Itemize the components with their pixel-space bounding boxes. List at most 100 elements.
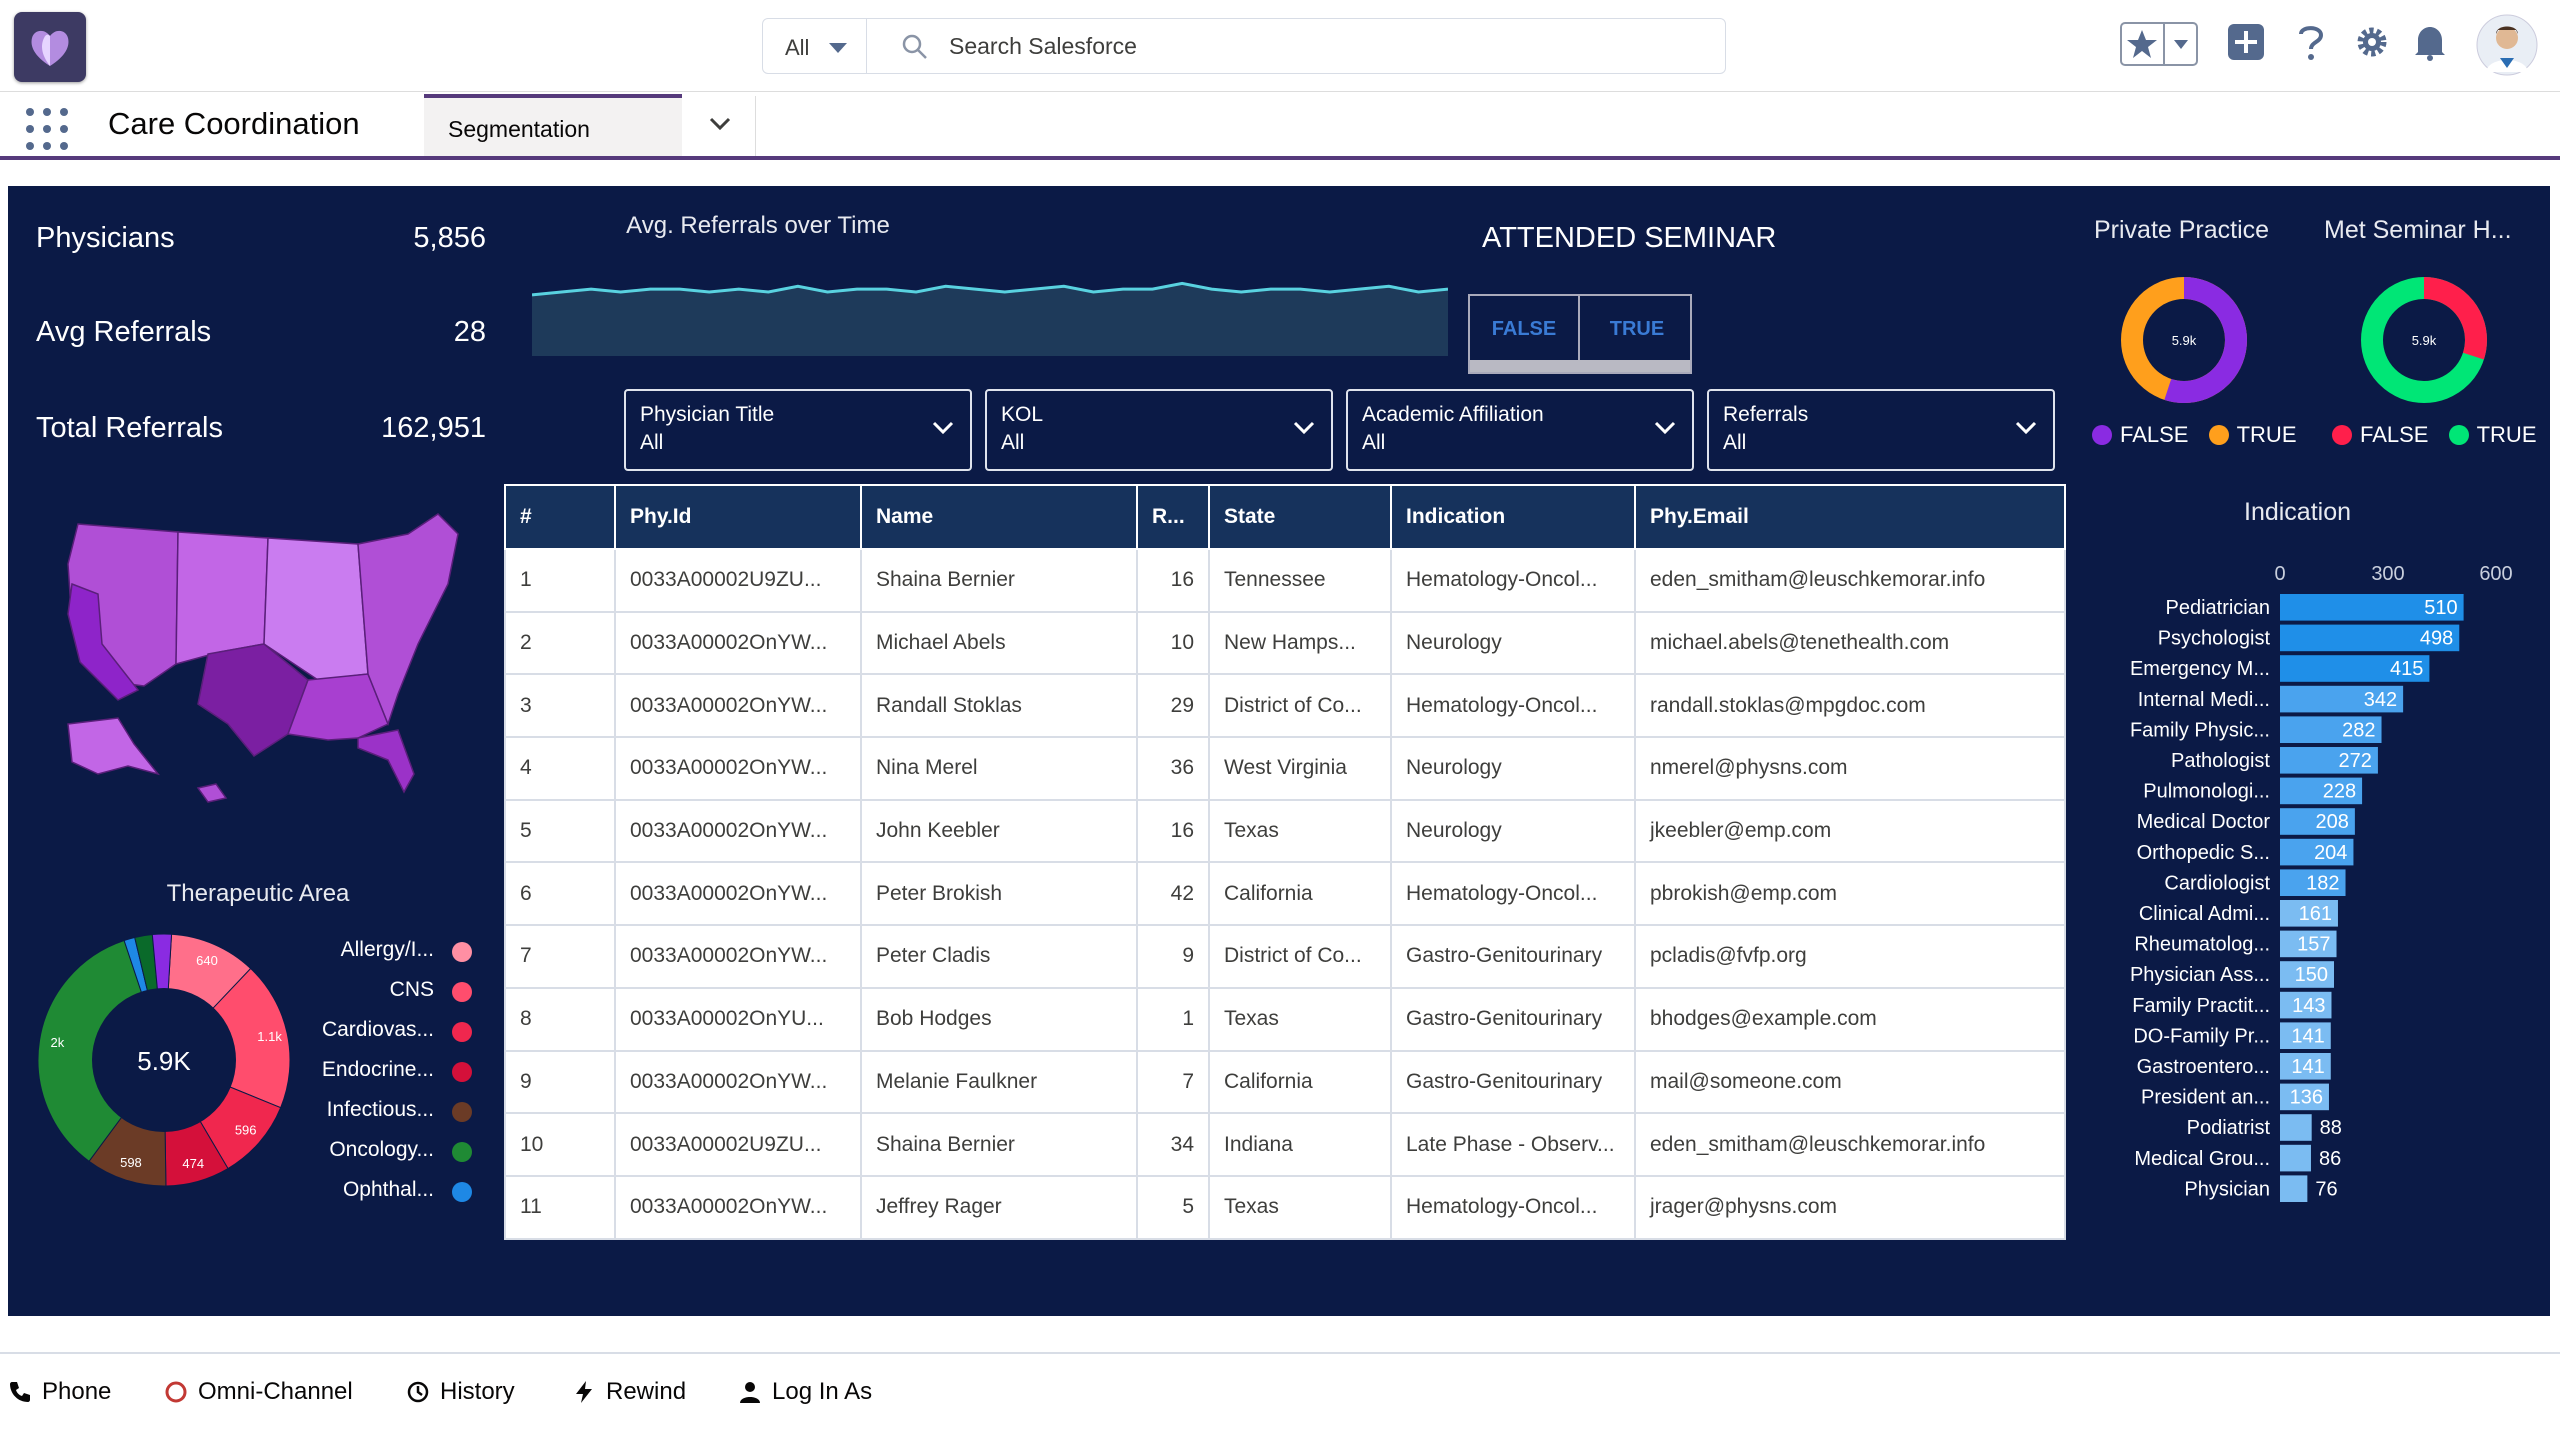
utility-history[interactable]: History xyxy=(406,1378,515,1406)
legend-item[interactable]: Infectious... xyxy=(278,1098,478,1138)
help-icon[interactable] xyxy=(2296,22,2326,62)
legend-item[interactable]: Cardiovas... xyxy=(278,1018,478,1058)
search-scope-dropdown[interactable]: All xyxy=(763,19,867,73)
global-search: All xyxy=(762,18,1726,74)
column-header-phy-email[interactable]: Phy.Email xyxy=(1634,484,2066,550)
utility-omni-channel[interactable]: Omni-Channel xyxy=(164,1378,353,1406)
cell-phy-email: jrager@physns.com xyxy=(1634,1174,2066,1240)
utility-phone[interactable]: Phone xyxy=(8,1378,111,1406)
map-region-alaska xyxy=(67,717,161,776)
table-row[interactable]: 8 0033A00002OnYU... Bob Hodges 1 Texas Gastro… xyxy=(504,986,2066,1052)
filter-physician-title[interactable]: Physician Title All xyxy=(624,389,972,471)
tab-segmentation[interactable]: Segmentation xyxy=(424,94,682,156)
cell-state: Tennessee xyxy=(1208,548,1392,613)
bar-value-label: 282 xyxy=(2342,719,2375,741)
tab-menu-button[interactable] xyxy=(684,96,756,156)
category-label: Internal Medi... xyxy=(2138,689,2270,711)
legend-item[interactable]: CNS xyxy=(278,978,478,1018)
filter-kol[interactable]: KOL All xyxy=(985,389,1333,471)
bar[interactable] xyxy=(2280,1144,2311,1172)
column-header-phy-id[interactable]: Phy.Id xyxy=(614,484,862,550)
legend-label: TRUE xyxy=(2476,422,2537,447)
bar-value-label: 86 xyxy=(2319,1148,2341,1170)
legend-item[interactable]: Endocrine... xyxy=(278,1058,478,1098)
add-icon[interactable] xyxy=(2226,22,2266,62)
bar-value-label: 157 xyxy=(2297,934,2330,956)
bar-value-label: 136 xyxy=(2290,1087,2323,1109)
kpi-label: Total Referrals xyxy=(36,412,223,444)
search-input[interactable] xyxy=(949,29,1649,63)
cell-phy-id: 0033A00002U9ZU... xyxy=(614,1112,862,1177)
app-navigation-bar: Care Coordination Segmentation xyxy=(0,92,2560,160)
table-row[interactable]: 4 0033A00002OnYW... Nina Merel 36 West Virgi… xyxy=(504,736,2066,801)
column-header-state[interactable]: State xyxy=(1208,484,1392,550)
bar[interactable] xyxy=(2280,1114,2312,1141)
setup-gear-icon[interactable] xyxy=(2352,22,2392,62)
cell-phy-id: 0033A00002OnYW... xyxy=(614,610,862,676)
user-avatar[interactable] xyxy=(2476,14,2538,76)
app-launcher-icon[interactable] xyxy=(26,108,68,150)
legend-item[interactable]: Ophthal... xyxy=(278,1178,478,1218)
legend-item[interactable]: Allergy/I... xyxy=(278,938,478,978)
seminar-false-option[interactable]: FALSE xyxy=(1470,296,1580,362)
trend-area xyxy=(532,283,1448,356)
table-row[interactable]: 3 0033A00002OnYW... Randall Stoklas 29 Distr… xyxy=(504,673,2066,739)
category-label: Physician Ass... xyxy=(2130,964,2270,986)
favorites-icon[interactable] xyxy=(2120,22,2198,66)
x-tick-label: 0 xyxy=(2274,566,2285,585)
private-practice-donut-chart[interactable]: 5.9k xyxy=(2114,270,2254,410)
legend-label: Cardiovas... xyxy=(321,1018,434,1041)
seminar-true-option[interactable]: TRUE xyxy=(1582,296,1692,362)
column-header-indication[interactable]: Indication xyxy=(1390,484,1636,550)
filter-academic-affiliation[interactable]: Academic Affiliation All xyxy=(1346,389,1694,471)
cell-phy-id: 0033A00002U9ZU... xyxy=(614,548,862,613)
filter-referrals[interactable]: Referrals All xyxy=(1707,389,2055,471)
table-row[interactable]: 7 0033A00002OnYW... Peter Cladis 9 District … xyxy=(504,924,2066,989)
indication-bar-chart[interactable]: 0 300 600 Pediatrician 510 Psychologist 498 Eme… xyxy=(2088,566,2544,1226)
table-row[interactable]: 5 0033A00002OnYW... John Keebler 16 Texas Neu… xyxy=(504,798,2066,864)
kpi-value: 5,856 xyxy=(413,222,486,254)
table-row[interactable]: 1 0033A00002U9ZU... Shaina Bernier 16 Tennes… xyxy=(504,548,2066,613)
indication-chart-title: Indication xyxy=(2244,498,2352,526)
donut-slice-label: 640 xyxy=(196,953,218,968)
app-logo[interactable] xyxy=(14,12,86,82)
utility-log-in-as[interactable]: Log In As xyxy=(738,1378,872,1406)
bar[interactable] xyxy=(2280,1175,2308,1202)
cell-name: Nina Merel xyxy=(860,736,1138,801)
utility-label: Phone xyxy=(42,1378,112,1405)
notifications-bell-icon[interactable] xyxy=(2410,22,2450,62)
therapeutic-area-donut-chart[interactable]: 5.9K 6401.1k5964745982k xyxy=(34,930,294,1190)
table-row[interactable]: 10 0033A00002U9ZU... Shaina Bernier 34 India… xyxy=(504,1112,2066,1177)
x-tick-label: 600 xyxy=(2479,566,2512,585)
user-icon xyxy=(740,1382,760,1403)
cell-phy-id: 0033A00002OnYW... xyxy=(614,798,862,864)
cell-index: 11 xyxy=(504,1174,616,1240)
attended-seminar-toggle: FALSE TRUE xyxy=(1468,294,1692,374)
filter-value: All xyxy=(1001,431,1025,454)
cell-name: John Keebler xyxy=(860,798,1138,864)
cell-state: Texas xyxy=(1208,798,1392,864)
us-choropleth-map[interactable] xyxy=(58,504,478,814)
cell-index: 10 xyxy=(504,1112,616,1177)
segmentation-dashboard: Physicians 5,856 Avg Referrals 28 Total … xyxy=(8,186,2550,1316)
column-header-index[interactable]: # xyxy=(504,484,616,550)
column-header-referrals[interactable]: R... xyxy=(1136,484,1210,550)
met-seminar-donut-chart[interactable]: 5.9k xyxy=(2354,270,2494,410)
legend-item[interactable]: Oncology... xyxy=(278,1138,478,1178)
cell-state: California xyxy=(1208,1049,1392,1115)
cell-index: 3 xyxy=(504,673,616,739)
cell-phy-email: pbrokish@emp.com xyxy=(1634,861,2066,927)
met-seminar-legend: FALSE TRUE xyxy=(2332,422,2537,448)
cell-index: 6 xyxy=(504,861,616,927)
table-row[interactable]: 6 0033A00002OnYW... Peter Brokish 42 Califor… xyxy=(504,861,2066,927)
table-row[interactable]: 9 0033A00002OnYW... Melanie Faulkner 7 Calif… xyxy=(504,1049,2066,1115)
column-header-name[interactable]: Name xyxy=(860,484,1138,550)
pp-center-label: 5.9k xyxy=(2172,333,2197,348)
table-row[interactable]: 2 0033A00002OnYW... Michael Abels 10 New Ham… xyxy=(504,610,2066,676)
cell-index: 4 xyxy=(504,736,616,801)
utility-bar: Phone Omni-Channel History Rewind Log In… xyxy=(0,1352,2560,1434)
avg-referrals-trend-chart[interactable] xyxy=(532,266,1448,356)
table-row[interactable]: 11 0033A00002OnYW... Jeffrey Rager 5 Texas He… xyxy=(504,1174,2066,1240)
utility-rewind[interactable]: Rewind xyxy=(572,1378,686,1406)
toggle-indicator xyxy=(1470,360,1690,372)
